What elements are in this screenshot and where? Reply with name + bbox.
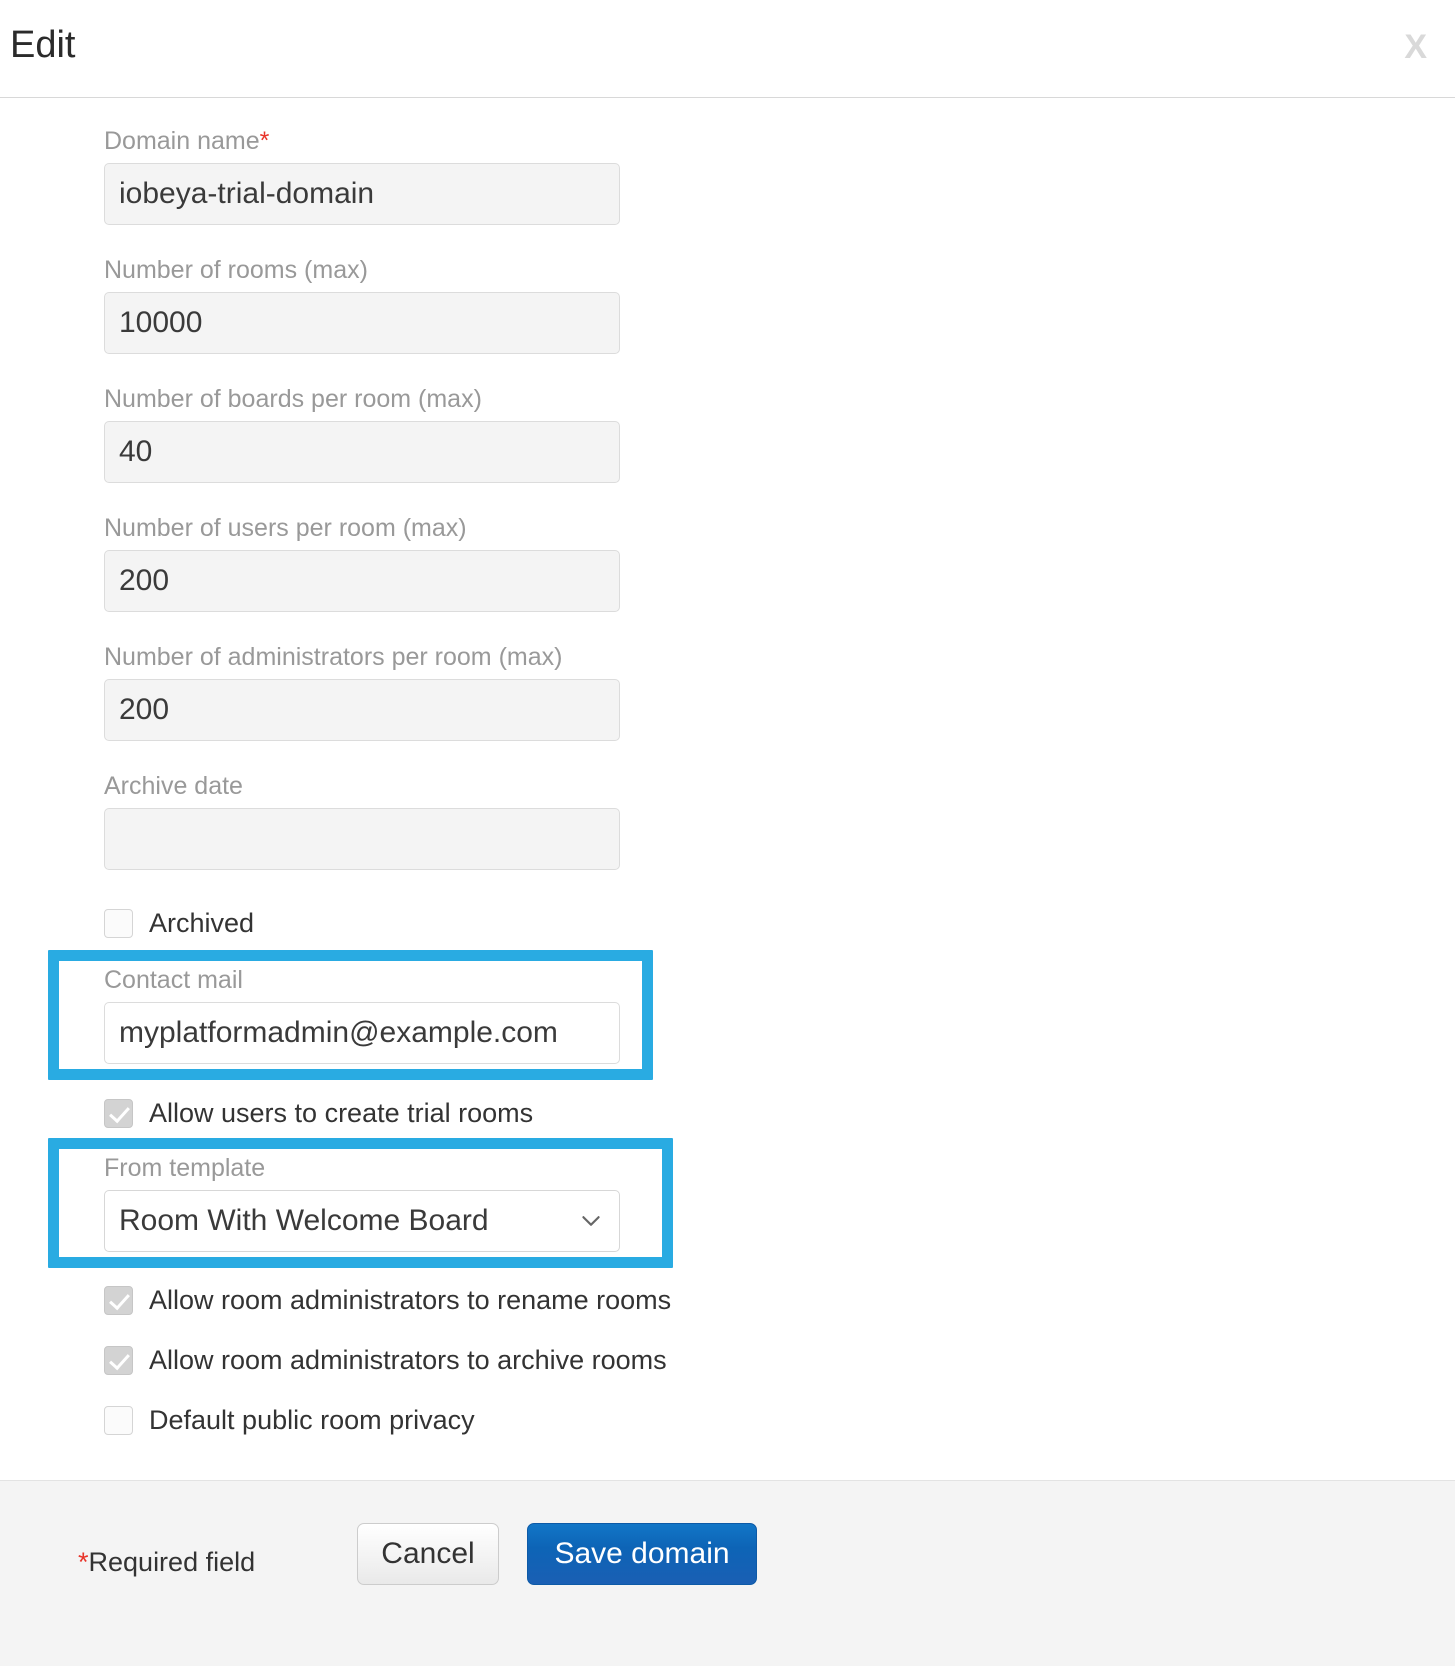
- checkbox-row-default-public-privacy[interactable]: Default public room privacy: [104, 1400, 475, 1440]
- checkbox-row-archived[interactable]: Archived: [104, 903, 254, 943]
- users-per-room-max-label: Number of users per room (max): [104, 514, 467, 542]
- dialog-title: Edit: [10, 24, 76, 66]
- default-public-privacy-label: Default public room privacy: [149, 1405, 475, 1435]
- field-rooms-max: Number of rooms (max): [104, 255, 624, 354]
- field-boards-per-room-max: Number of boards per room (max): [104, 384, 624, 483]
- rooms-max-label: Number of rooms (max): [104, 256, 368, 284]
- allow-trial-rooms-checkbox[interactable]: [104, 1098, 133, 1128]
- checkbox-row-allow-rename-rooms[interactable]: Allow room administrators to rename room…: [104, 1280, 671, 1320]
- from-template-select[interactable]: Room With Welcome Board: [104, 1190, 620, 1252]
- required-asterisk: *: [259, 127, 270, 155]
- admins-per-room-max-label: Number of administrators per room (max): [104, 643, 563, 671]
- boards-per-room-max-label: Number of boards per room (max): [104, 385, 482, 413]
- archive-date-label: Archive date: [104, 772, 243, 800]
- archived-label: Archived: [149, 908, 255, 938]
- default-public-privacy-checkbox[interactable]: [104, 1405, 133, 1435]
- rooms-max-input[interactable]: [104, 292, 620, 354]
- dialog-header: Edit X: [0, 0, 1455, 98]
- admins-per-room-max-input[interactable]: [104, 679, 620, 741]
- allow-archive-rooms-checkbox[interactable]: [104, 1345, 133, 1375]
- field-admins-per-room-max: Number of administrators per room (max): [104, 642, 624, 741]
- allow-trial-rooms-label: Allow users to create trial rooms: [149, 1098, 534, 1128]
- from-template-select-wrapper[interactable]: Room With Welcome Board: [104, 1190, 620, 1252]
- required-asterisk-footer: *: [78, 1547, 89, 1577]
- archived-checkbox[interactable]: [104, 908, 133, 938]
- save-domain-button[interactable]: Save domain: [527, 1523, 757, 1585]
- required-field-note: *Required field: [78, 1547, 255, 1578]
- allow-rename-rooms-checkbox[interactable]: [104, 1285, 133, 1315]
- contact-mail-label: Contact mail: [104, 966, 243, 994]
- boards-per-room-max-input[interactable]: [104, 421, 620, 483]
- field-archive-date: Archive date: [104, 771, 624, 870]
- allow-rename-rooms-label: Allow room administrators to rename room…: [149, 1285, 672, 1315]
- field-domain-name: Domain name*: [104, 126, 624, 225]
- checkbox-row-allow-archive-rooms[interactable]: Allow room administrators to archive roo…: [104, 1340, 667, 1380]
- dialog-footer: *Required field Cancel Save domain: [0, 1480, 1455, 1666]
- field-from-template: From template Room With Welcome Board: [104, 1153, 624, 1252]
- cancel-button[interactable]: Cancel: [357, 1523, 499, 1585]
- required-field-text: Required field: [88, 1547, 256, 1577]
- domain-name-label: Domain name*: [104, 127, 270, 155]
- contact-mail-input[interactable]: [104, 1002, 620, 1064]
- users-per-room-max-input[interactable]: [104, 550, 620, 612]
- domain-name-input[interactable]: [104, 163, 620, 225]
- checkbox-row-allow-trial-rooms[interactable]: Allow users to create trial rooms: [104, 1093, 533, 1133]
- close-icon[interactable]: X: [1398, 28, 1433, 66]
- dialog-body: Domain name* Number of rooms (max) Numbe…: [0, 98, 1455, 1480]
- field-contact-mail: Contact mail: [104, 965, 624, 1064]
- archive-date-input[interactable]: [104, 808, 620, 870]
- field-users-per-room-max: Number of users per room (max): [104, 513, 624, 612]
- allow-archive-rooms-label: Allow room administrators to archive roo…: [149, 1345, 667, 1375]
- from-template-label: From template: [104, 1154, 266, 1182]
